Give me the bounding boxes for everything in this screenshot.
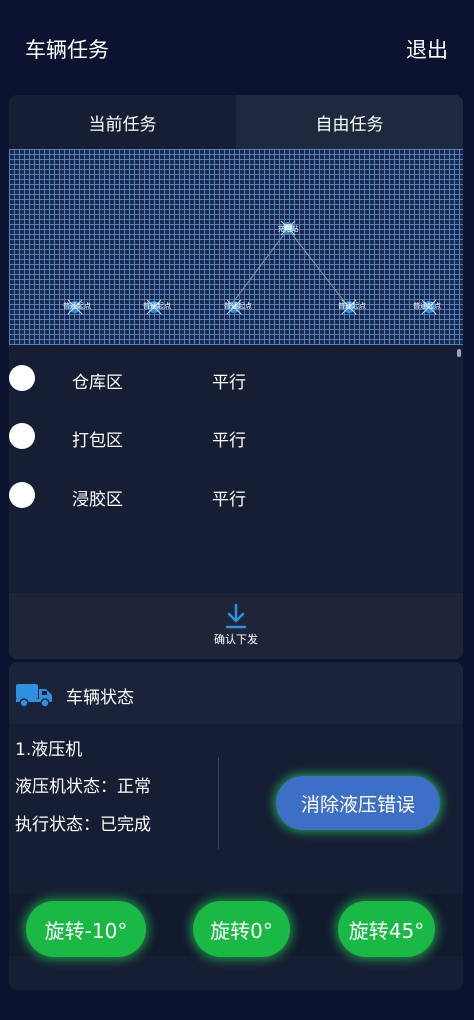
waypoint-label: 普通起点 <box>413 301 441 310</box>
clear-hydraulic-error-button[interactable]: 消除液压错误 <box>276 776 440 830</box>
tab-free-task[interactable]: 自由任务 <box>236 95 463 149</box>
route-map-canvas: 充电站 普通起点 普通起点 普通起点 普通起点 普通起点 <box>63 220 441 315</box>
waypoint-node[interactable]: 普通起点 <box>413 299 441 315</box>
route-line <box>230 228 289 306</box>
zone-radio[interactable] <box>9 423 35 449</box>
execution-state: 执行状态：已完成 <box>15 815 151 835</box>
confirm-dispatch-button[interactable]: 确认下发 <box>203 603 269 651</box>
zone-mode: 平行 <box>212 490 246 510</box>
zone-name: 浸胶区 <box>72 490 123 510</box>
logout-button[interactable]: 退出 <box>406 34 448 64</box>
waypoint-node[interactable]: 普通起点 <box>224 299 252 315</box>
hydraulic-state: 液压机状态：正常 <box>15 777 151 797</box>
zone-row-packing[interactable]: 打包区 平行 <box>9 416 463 456</box>
divider <box>218 757 219 849</box>
page-title: 车辆任务 <box>25 38 109 62</box>
tab-current-task[interactable]: 当前任务 <box>9 95 236 149</box>
waypoint-node[interactable]: 普通起点 <box>63 299 91 315</box>
truck-icon <box>16 684 52 708</box>
confirm-dispatch-label: 确认下发 <box>214 633 258 646</box>
zone-mode: 平行 <box>212 373 246 393</box>
device-name: 1.液压机 <box>15 740 83 760</box>
zone-name: 打包区 <box>72 431 123 451</box>
task-card: 当前任务 自由任务 充电站 普通起点 普通起点 普通起点 普通起点 普通起点 仓… <box>9 95 463 659</box>
route-map[interactable]: 充电站 普通起点 普通起点 普通起点 普通起点 普通起点 <box>9 149 463 345</box>
charging-station-node[interactable]: 充电站 <box>278 220 299 236</box>
confirm-bar: 确认下发 <box>9 593 463 659</box>
rotate-0-button[interactable]: 旋转0° <box>193 901 290 957</box>
zone-radio[interactable] <box>9 482 35 508</box>
zone-row-dipping[interactable]: 浸胶区 平行 <box>9 475 463 515</box>
zone-radio[interactable] <box>9 365 35 391</box>
zone-mode: 平行 <box>212 431 246 451</box>
zone-name: 仓库区 <box>72 373 123 393</box>
rotate-minus-10-button[interactable]: 旋转-10° <box>26 901 146 957</box>
waypoint-node[interactable]: 普通起点 <box>143 299 171 315</box>
vehicle-status-header: 车辆状态 <box>9 662 463 724</box>
waypoint-label: 普通起点 <box>143 301 171 310</box>
waypoint-node[interactable]: 普通起点 <box>338 299 366 315</box>
charging-station-label: 充电站 <box>278 224 299 233</box>
waypoint-label: 普通起点 <box>338 301 366 310</box>
waypoint-label: 普通起点 <box>63 301 91 310</box>
waypoint-label: 普通起点 <box>224 301 252 310</box>
download-arrow-icon <box>225 603 247 629</box>
app-header: 车辆任务 退出 <box>0 0 474 94</box>
vehicle-status-card: 车辆状态 1.液压机 液压机状态：正常 执行状态：已完成 消除液压错误 旋转-1… <box>9 662 463 990</box>
vehicle-status-title: 车辆状态 <box>66 688 134 708</box>
task-tabs: 当前任务 自由任务 <box>9 95 463 149</box>
rotate-45-button[interactable]: 旋转45° <box>338 901 435 957</box>
map-scrollbar[interactable] <box>457 349 461 357</box>
zone-row-warehouse[interactable]: 仓库区 平行 <box>9 358 463 398</box>
route-line <box>287 228 348 306</box>
